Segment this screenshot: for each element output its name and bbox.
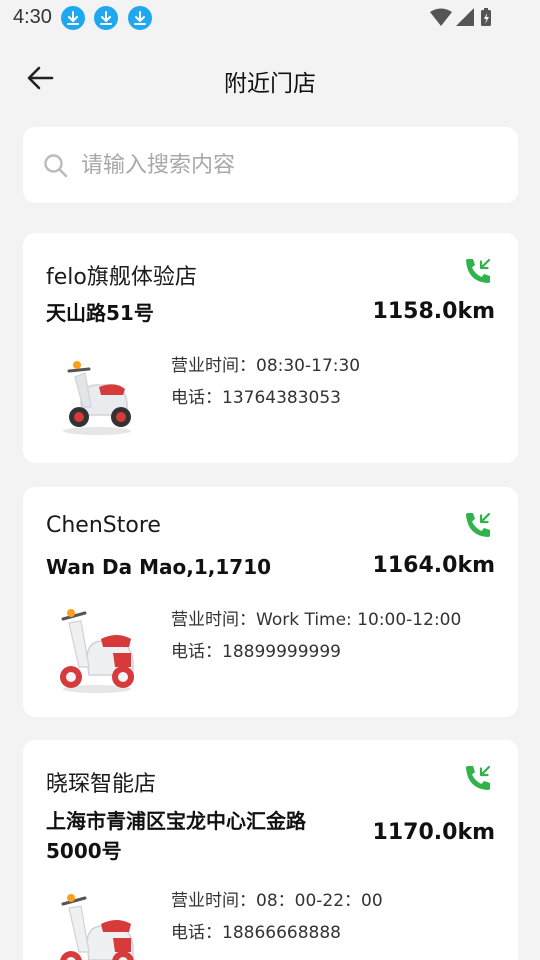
download-icon — [94, 6, 118, 30]
status-bar: 4:30 — [0, 0, 540, 36]
phone-call-icon — [466, 512, 491, 537]
store-address: 天山路51号 — [46, 301, 154, 325]
scooter-image — [63, 361, 131, 435]
store-phone: 电话：18866668888 — [171, 923, 341, 943]
download-icon — [61, 6, 85, 30]
search-bar[interactable] — [23, 127, 518, 203]
store-card[interactable]: ChenStore Wan Da Mao,1,1710 1164.0km 营业时… — [23, 487, 518, 717]
store-distance: 1164.0km — [372, 553, 495, 578]
store-hours: 营业时间：Work Time: 10:00-12:00 — [171, 610, 462, 630]
store-phone: 电话：13764383053 — [171, 388, 341, 408]
store-hours: 营业时间：08:30-17:30 — [171, 356, 361, 376]
phone-call-icon — [466, 765, 491, 790]
wifi-icon — [430, 8, 452, 26]
store-card[interactable]: felo旗舰体验店 天山路51号 1158.0km 营业时间：08:30-17:… — [23, 233, 518, 463]
store-phone: 电话：18899999999 — [171, 642, 341, 662]
signal-icon — [456, 8, 474, 26]
call-button[interactable] — [462, 509, 494, 541]
download-icon — [128, 6, 152, 30]
scooter-image — [60, 894, 134, 960]
store-address: 上海市青浦区宝龙中心汇金路5000号 — [46, 809, 306, 863]
store-hours: 营业时间：08：00-22：00 — [171, 891, 383, 911]
store-card[interactable]: 晓琛智能店 上海市青浦区宝龙中心汇金路5000号 1170.0km 营业时间：0… — [23, 740, 518, 960]
call-button[interactable] — [462, 762, 494, 794]
status-time: 4:30 — [13, 6, 52, 28]
store-name: ChenStore — [46, 513, 161, 538]
store-distance: 1170.0km — [372, 820, 495, 845]
store-distance: 1158.0km — [372, 299, 495, 324]
system-status-icons — [430, 8, 491, 26]
phone-call-icon — [466, 258, 491, 283]
call-button[interactable] — [462, 255, 494, 287]
scooter-image — [60, 609, 134, 693]
page-title: 附近门店 — [224, 71, 316, 97]
store-address: Wan Da Mao,1,1710 — [46, 555, 272, 579]
store-name: 晓琛智能店 — [46, 772, 157, 797]
search-input[interactable] — [81, 145, 501, 185]
store-name: felo旗舰体验店 — [46, 265, 197, 290]
header: 附近门店 — [0, 50, 540, 106]
search-icon — [44, 154, 68, 178]
